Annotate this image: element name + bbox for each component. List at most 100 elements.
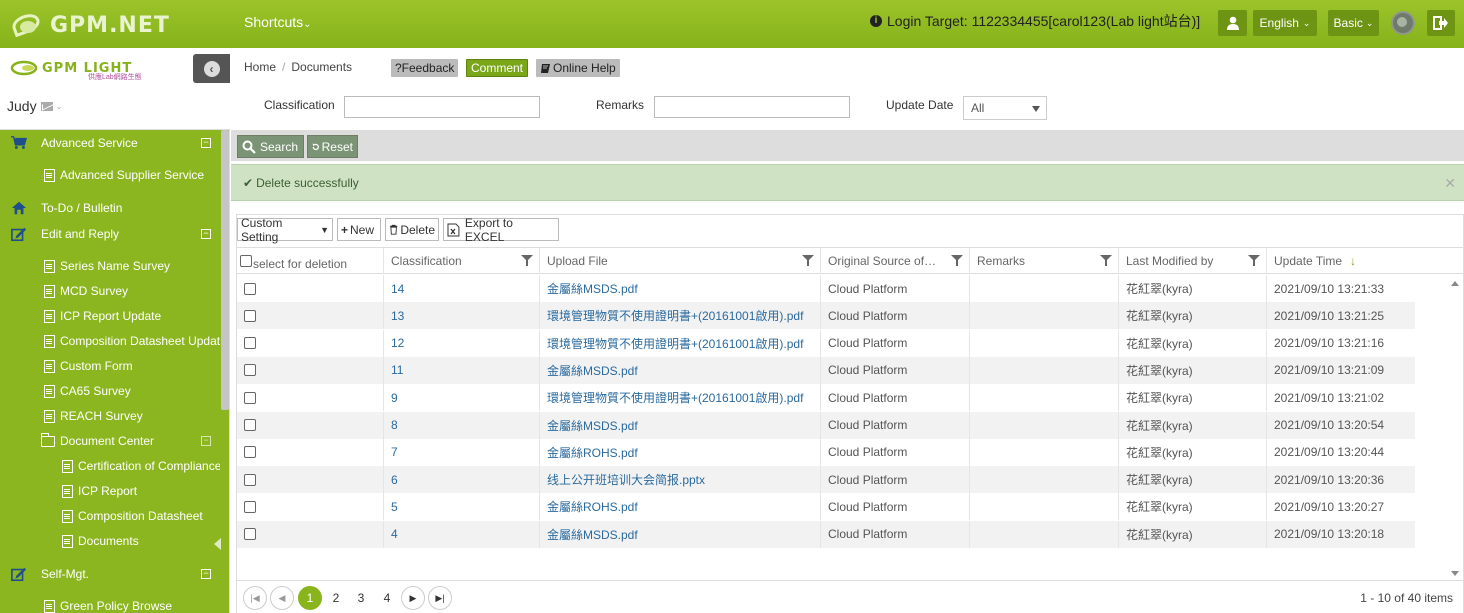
page-2-button[interactable]: 2 <box>324 586 348 610</box>
filter-icon[interactable] <box>951 255 963 266</box>
header-select-for-deletion[interactable]: select for deletion <box>237 248 383 274</box>
header-remarks[interactable]: Remarks <box>969 248 1118 274</box>
table-row[interactable]: 7 金屬絲ROHS.pdf Cloud Platform 花紅翠(kyra) 2021/… <box>237 438 1415 466</box>
page-4-button[interactable]: 4 <box>375 586 399 610</box>
sidebar-item-todo-bulletin[interactable]: To-Do / Bulletin <box>0 197 220 219</box>
collapse-toggle-icon[interactable]: − <box>201 436 211 446</box>
plan-select[interactable]: Basic ⌄ <box>1328 10 1379 36</box>
user-menu[interactable]: Judy ⌄ <box>7 98 62 114</box>
row-checkbox[interactable] <box>244 446 256 459</box>
gpm-logo[interactable]: GPM.NET <box>9 10 170 40</box>
sidebar-item-edit-and-reply[interactable]: Edit and Reply − <box>0 223 220 245</box>
row-checkbox[interactable] <box>244 282 256 295</box>
sidebar-item-advanced-service[interactable]: Advanced Service − <box>0 132 220 154</box>
sidebar-collapse-button[interactable]: ‹ <box>193 54 230 83</box>
table-row[interactable]: 8 金屬絲MSDS.pdf Cloud Platform 花紅翠(kyra) 2021/… <box>237 411 1415 439</box>
sidebar-item-advanced-supplier-service[interactable]: Advanced Supplier Service <box>0 164 220 186</box>
classification-cell[interactable]: 12 <box>383 329 539 357</box>
row-checkbox[interactable] <box>244 391 256 404</box>
sidebar-item-icp-report-update[interactable]: ICP Report Update <box>0 305 220 327</box>
new-button[interactable]: + New <box>337 218 381 241</box>
sidebar-item-self-mgt[interactable]: Self-Mgt. − <box>0 563 220 585</box>
globe-button[interactable] <box>1389 10 1417 36</box>
upload-file-link[interactable]: 金屬絲MSDS.pdf <box>539 356 820 384</box>
sidebar-item-documents[interactable]: Documents <box>0 530 220 552</box>
caret-left-icon[interactable] <box>214 538 221 550</box>
classification-input[interactable] <box>344 96 540 118</box>
header-classification[interactable]: Classification <box>383 248 539 274</box>
shortcuts-menu[interactable]: Shortcuts⌄ <box>244 14 312 30</box>
sidebar-item-composition-datasheet-update[interactable]: Composition Datasheet Update <box>0 330 220 352</box>
export-excel-button[interactable]: Export to EXCEL <box>443 216 559 244</box>
sidebar-item-mcd-survey[interactable]: MCD Survey <box>0 280 220 302</box>
sidebar-item-series-name-survey[interactable]: Series Name Survey <box>0 255 220 277</box>
upload-file-link[interactable]: 環境管理物質不使用證明書+(20161001啟用).pdf <box>539 302 820 330</box>
row-checkbox[interactable] <box>244 528 256 541</box>
header-upload-file[interactable]: Upload File <box>539 248 820 274</box>
filter-icon[interactable] <box>1100 255 1112 266</box>
row-checkbox[interactable] <box>244 500 256 513</box>
row-checkbox[interactable] <box>244 419 256 431</box>
search-button[interactable]: Search <box>237 135 304 158</box>
page-1-button[interactable]: 1 <box>298 586 322 610</box>
collapse-toggle-icon[interactable]: − <box>201 569 211 579</box>
classification-cell[interactable]: 7 <box>383 438 539 466</box>
header-last-modified-by[interactable]: Last Modified by <box>1118 248 1266 274</box>
first-page-button[interactable]: |◀ <box>243 586 267 610</box>
row-checkbox[interactable] <box>244 473 256 486</box>
classification-cell[interactable]: 9 <box>383 384 539 412</box>
sidebar-scrollbar[interactable] <box>221 130 229 410</box>
table-row[interactable]: 9 環境管理物質不使用證明書+(20161001啟用).pdf Cloud Plat… <box>237 384 1415 412</box>
sidebar-item-composition-datasheet[interactable]: Composition Datasheet <box>0 505 220 527</box>
table-row[interactable]: 4 金屬絲MSDS.pdf Cloud Platform 花紅翠(kyra) 2021/… <box>237 520 1415 548</box>
page-3-button[interactable]: 3 <box>349 586 373 610</box>
classification-cell[interactable]: 4 <box>383 520 539 548</box>
delete-button[interactable]: Delete <box>385 218 439 241</box>
breadcrumb-home[interactable]: Home <box>244 60 276 74</box>
scroll-up-icon[interactable] <box>1451 281 1459 286</box>
upload-file-link[interactable]: 金屬絲MSDS.pdf <box>539 520 820 548</box>
row-checkbox[interactable] <box>244 309 256 322</box>
table-row[interactable]: 6 线上公开班培训大会简报.pptx Cloud Platform 花紅翠(kyra)… <box>237 466 1415 494</box>
logout-button[interactable] <box>1427 10 1455 36</box>
classification-cell[interactable]: 5 <box>383 493 539 521</box>
language-select[interactable]: English ⌄ <box>1253 10 1317 36</box>
upload-file-link[interactable]: 金屬絲ROHS.pdf <box>539 493 820 521</box>
sidebar-item-custom-form[interactable]: Custom Form <box>0 355 220 377</box>
classification-cell[interactable]: 11 <box>383 356 539 384</box>
row-checkbox[interactable] <box>244 337 256 350</box>
table-row[interactable]: 11 金屬絲MSDS.pdf Cloud Platform 花紅翠(kyra) 2021… <box>237 356 1415 384</box>
collapse-toggle-icon[interactable]: − <box>201 229 211 239</box>
next-page-button[interactable]: ▶ <box>401 586 425 610</box>
table-row[interactable]: 14 金屬絲MSDS.pdf Cloud Platform 花紅翠(kyra) 2021… <box>237 275 1415 302</box>
upload-file-link[interactable]: 线上公开班培训大会简报.pptx <box>539 466 820 494</box>
custom-setting-button[interactable]: Custom Setting ▼ <box>237 216 333 244</box>
upload-file-link[interactable]: 環境管理物質不使用證明書+(20161001啟用).pdf <box>539 329 820 357</box>
table-row[interactable]: 12 環境管理物質不使用證明書+(20161001啟用).pdf Cloud Pla… <box>237 329 1415 357</box>
sidebar-item-green-policy-browse[interactable]: Green Policy Browse <box>0 595 220 613</box>
filter-icon[interactable] <box>521 255 533 266</box>
sidebar-item-certification-of-compliance[interactable]: Certification of Compliance <box>0 455 220 477</box>
remarks-input[interactable] <box>654 96 850 118</box>
classification-cell[interactable]: 13 <box>383 302 539 330</box>
row-checkbox[interactable] <box>244 364 256 377</box>
upload-file-link[interactable]: 金屬絲MSDS.pdf <box>539 275 820 302</box>
filter-icon[interactable] <box>1248 255 1260 266</box>
table-row[interactable]: 13 環境管理物質不使用證明書+(20161001啟用).pdf Cloud Pla… <box>237 302 1415 330</box>
scroll-down-icon[interactable] <box>1451 571 1459 576</box>
prev-page-button[interactable]: ◀ <box>270 586 294 610</box>
comment-button[interactable]: Comment <box>466 59 529 77</box>
filter-icon[interactable] <box>802 255 814 266</box>
feedback-button[interactable]: ?Feedback <box>391 59 459 77</box>
sidebar-item-ca65-survey[interactable]: CA65 Survey <box>0 380 220 402</box>
close-icon[interactable]: ✕ <box>1444 175 1456 192</box>
classification-cell[interactable]: 14 <box>383 275 539 302</box>
grid-scrollbar[interactable] <box>1447 275 1463 580</box>
user-profile-button[interactable] <box>1218 10 1247 36</box>
upload-file-link[interactable]: 金屬絲MSDS.pdf <box>539 411 820 439</box>
last-page-button[interactable]: ▶| <box>428 586 452 610</box>
select-all-checkbox[interactable] <box>240 255 252 267</box>
reset-button[interactable]: Reset <box>307 135 358 158</box>
table-row[interactable]: 5 金屬絲ROHS.pdf Cloud Platform 花紅翠(kyra) 2021/… <box>237 493 1415 521</box>
upload-file-link[interactable]: 金屬絲ROHS.pdf <box>539 438 820 466</box>
